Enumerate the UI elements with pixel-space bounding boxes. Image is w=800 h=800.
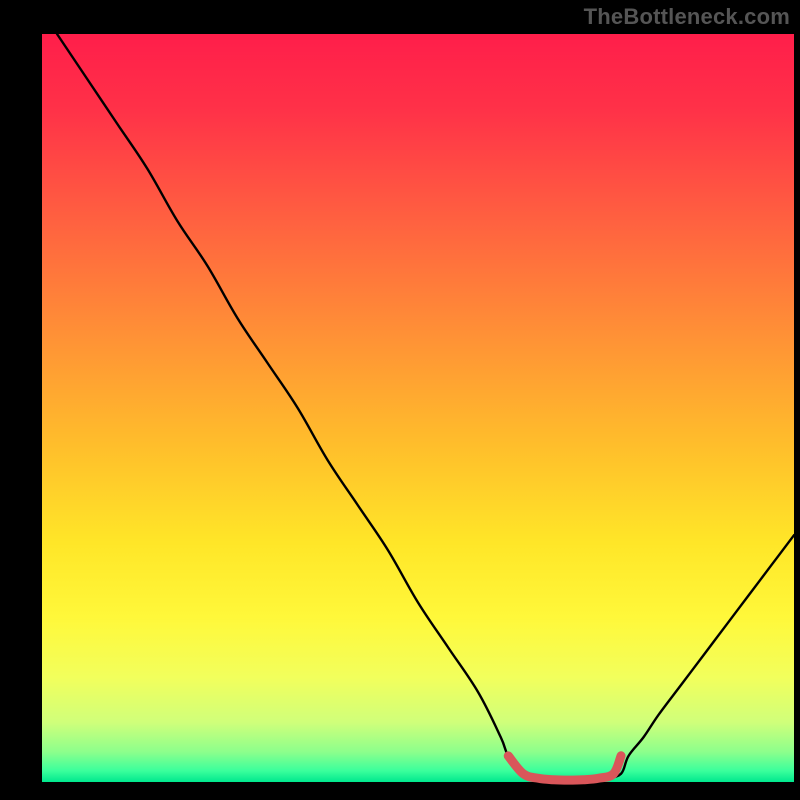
watermark-text: TheBottleneck.com xyxy=(584,4,790,30)
heat-gradient-background xyxy=(42,34,794,782)
bottleneck-chart xyxy=(0,0,800,800)
